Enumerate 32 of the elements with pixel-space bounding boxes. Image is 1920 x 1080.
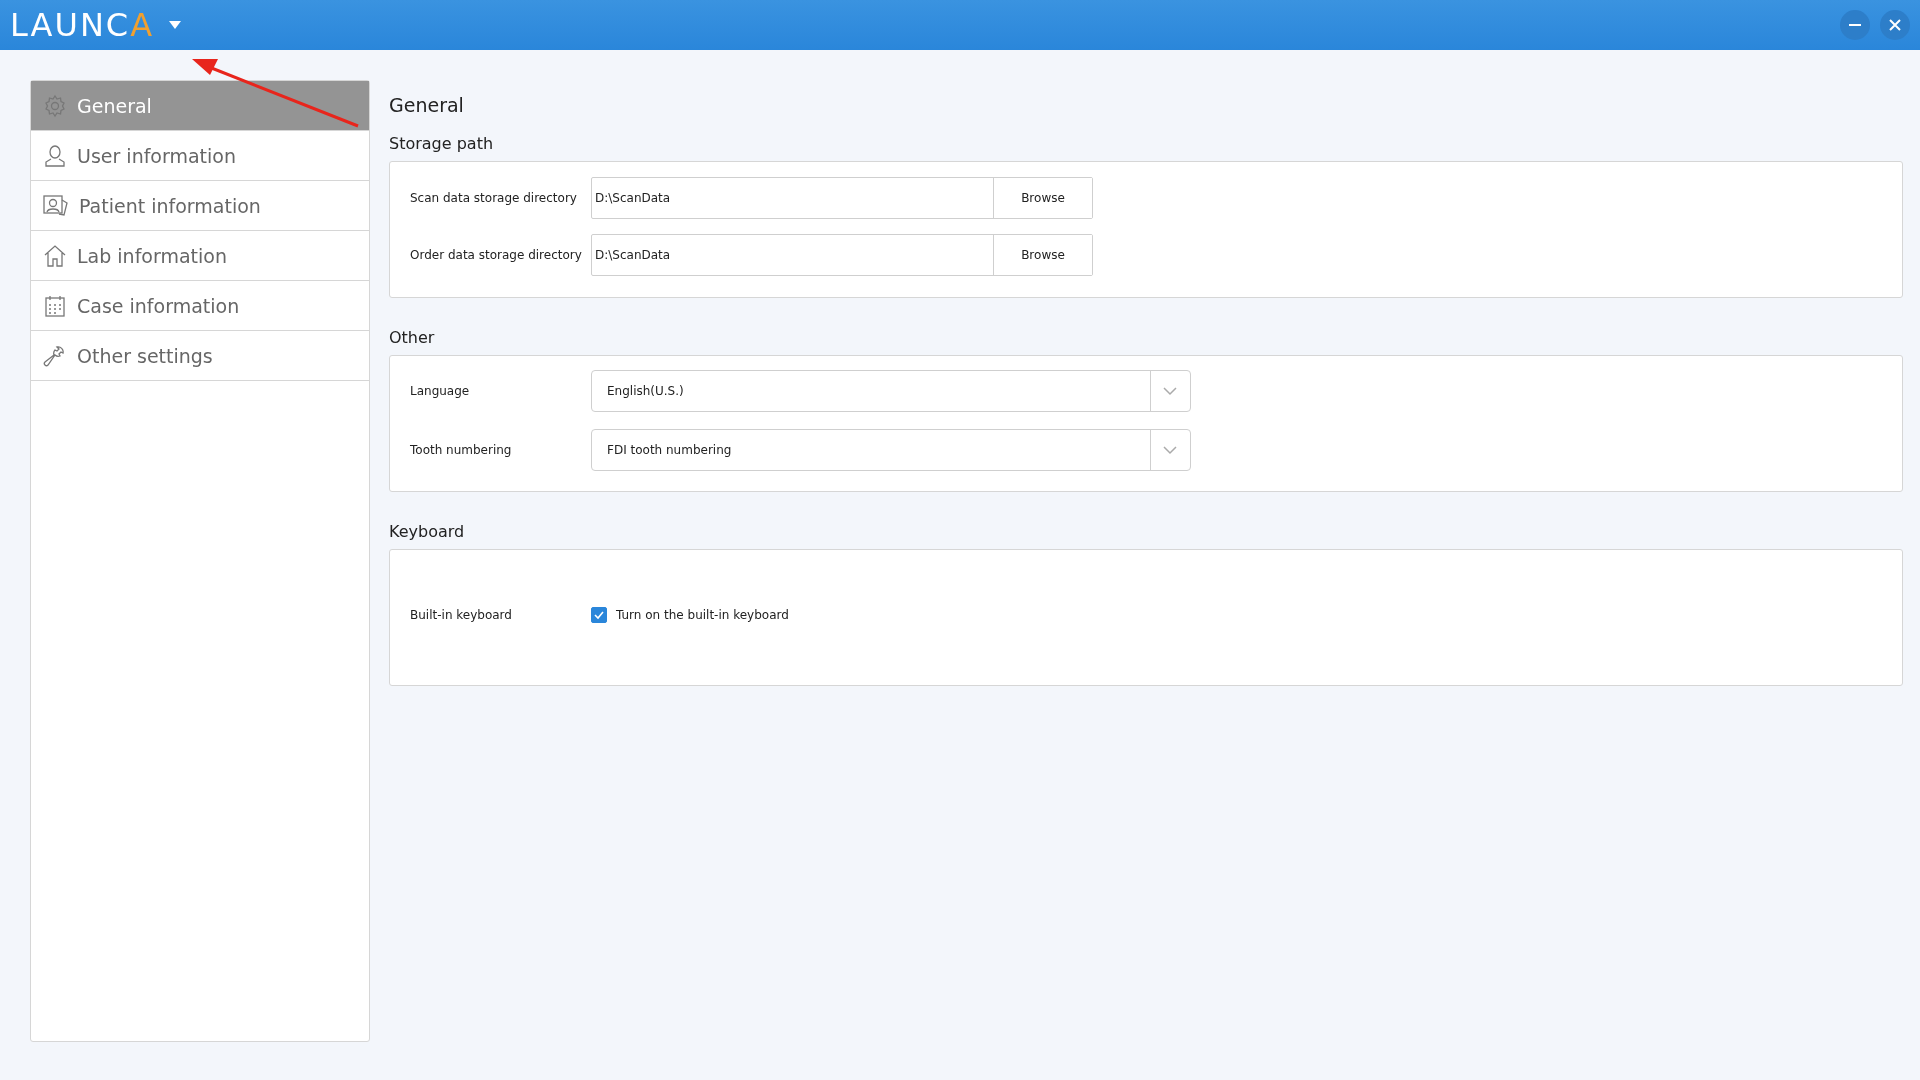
- dropdown[interactable]: FDI tooth numbering: [591, 429, 1191, 471]
- checkbox-label: Turn on the built-in keyboard: [616, 607, 789, 622]
- calendar-icon: [43, 293, 67, 318]
- gear-icon: [43, 93, 67, 118]
- logo: LAUNCA: [10, 6, 155, 44]
- section-title: Storage path: [389, 134, 495, 153]
- field-label: Tooth numbering: [410, 443, 513, 457]
- sidebar-item-label: Case information: [77, 294, 240, 317]
- checkbox[interactable]: [591, 606, 607, 623]
- page-title: General: [389, 94, 465, 116]
- section-title: Keyboard: [389, 522, 466, 541]
- caret-down-icon[interactable]: [168, 20, 183, 30]
- field-label: Scan data storage directory: [410, 191, 578, 205]
- sidebar-item-label: General: [77, 94, 152, 117]
- section-title: Other: [389, 328, 436, 347]
- close-button[interactable]: [1880, 10, 1910, 40]
- house-icon: [43, 243, 67, 268]
- id-card-icon: [43, 193, 69, 218]
- sidebar-item-label: Patient information: [79, 194, 261, 217]
- sidebar-item-label: User information: [77, 144, 236, 167]
- field-label: Order data storage directory: [410, 248, 583, 262]
- user-icon: [43, 143, 67, 168]
- minimize-button[interactable]: [1840, 10, 1870, 40]
- path-field[interactable]: D:\ScanData Browse: [591, 234, 1093, 276]
- wrench-icon: [43, 343, 67, 368]
- field-label: Language: [410, 384, 471, 398]
- path-field[interactable]: D:\ScanData Browse: [591, 177, 1093, 219]
- close-icon: [1888, 18, 1902, 32]
- dropdown[interactable]: English(U.S.): [591, 370, 1191, 412]
- sidebar-item-label: Other settings: [77, 344, 213, 367]
- field-label: Built-in keyboard: [410, 607, 513, 622]
- sidebar-item-label: Lab information: [77, 244, 227, 267]
